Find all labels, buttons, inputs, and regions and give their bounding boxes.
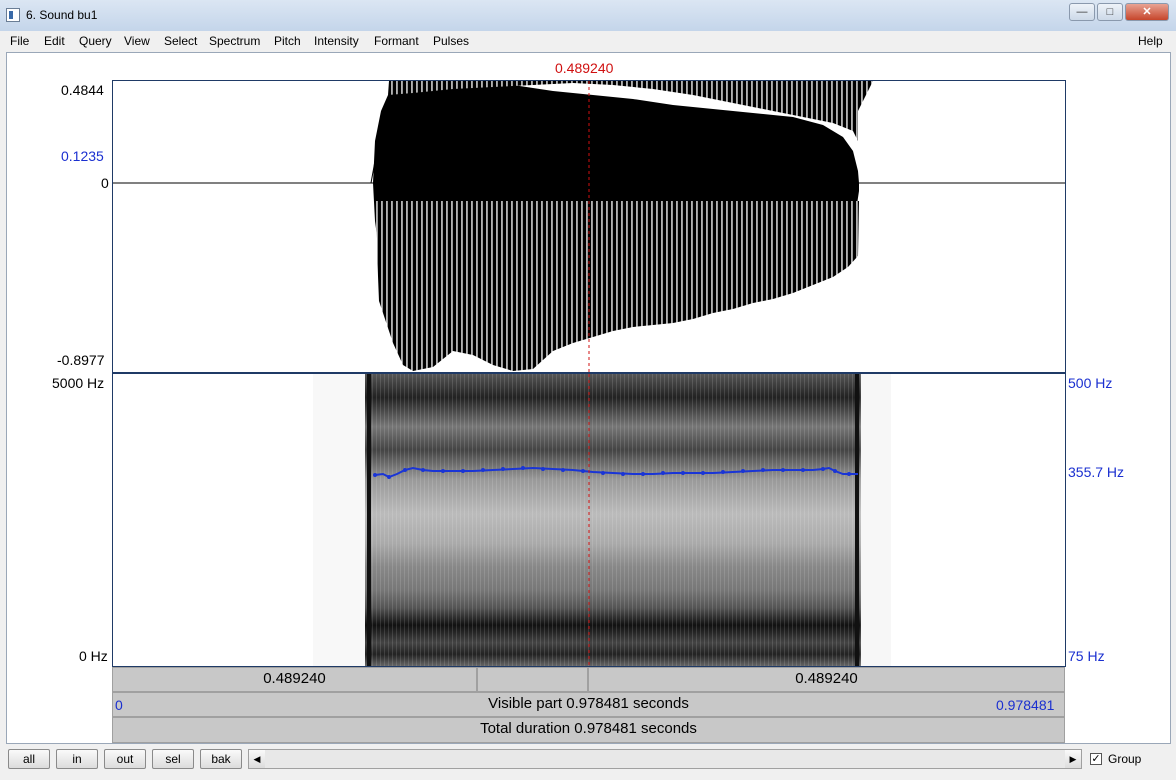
app-icon (6, 8, 20, 22)
menu-intensity[interactable]: Intensity (314, 34, 359, 48)
title-bar: 6. Sound bu1 — □ ✕ (0, 0, 1176, 32)
menu-pulses[interactable]: Pulses (433, 34, 469, 48)
scroll-left-arrow-icon[interactable]: ◀ (249, 750, 265, 768)
waveform-ymax-label: 0.4844 (61, 82, 104, 98)
segment-left-duration: 0.489240 (263, 670, 326, 687)
segment-right-duration: 0.489240 (795, 670, 858, 687)
total-duration-label: Total duration 0.978481 seconds (480, 720, 697, 737)
horizontal-scrollbar[interactable]: ◀ ▶ (248, 749, 1082, 769)
menu-query[interactable]: Query (79, 34, 112, 48)
zoom-in-button[interactable]: in (56, 749, 98, 769)
window-title: 6. Sound bu1 (26, 8, 98, 22)
zoom-back-button[interactable]: bak (200, 749, 242, 769)
menu-pitch[interactable]: Pitch (274, 34, 301, 48)
minimize-button[interactable]: — (1069, 3, 1095, 21)
cursor-time-label: 0.489240 (555, 60, 614, 76)
menu-select[interactable]: Select (164, 34, 197, 48)
spectrogram-panel[interactable] (112, 373, 1066, 667)
group-label: Group (1108, 752, 1142, 766)
menu-edit[interactable]: Edit (44, 34, 65, 48)
segment-middle[interactable] (477, 667, 588, 692)
bottom-toolbar: all in out sel bak ◀ ▶ ✓ Group (0, 744, 1176, 780)
waveform-svg (113, 81, 1065, 372)
waveform-ymin-label: -0.8977 (57, 352, 105, 368)
waveform-panel[interactable] (112, 80, 1066, 373)
group-checkbox[interactable]: ✓ (1090, 753, 1102, 765)
menu-bar: File Edit Query View Select Spectrum Pit… (0, 31, 1176, 51)
segment-right[interactable]: 0.489240 (588, 667, 1065, 692)
scroll-right-arrow-icon[interactable]: ▶ (1065, 750, 1081, 768)
visible-part-label: Visible part 0.978481 seconds (488, 695, 689, 712)
zoom-all-button[interactable]: all (8, 749, 50, 769)
zoom-selection-button[interactable]: sel (152, 749, 194, 769)
spectrogram-striations (365, 374, 861, 666)
spectrogram-svg (313, 374, 891, 666)
segment-left[interactable]: 0.489240 (112, 667, 477, 692)
menu-spectrum[interactable]: Spectrum (209, 34, 260, 48)
praat-sound-window: 6. Sound bu1 — □ ✕ File Edit Query View … (0, 0, 1176, 780)
menu-formant[interactable]: Formant (374, 34, 419, 48)
menu-view[interactable]: View (124, 34, 150, 48)
visible-part-bar[interactable]: Visible part 0.978481 seconds (112, 692, 1065, 717)
pitch-bottom-label: 75 Hz (1068, 648, 1105, 664)
total-duration-bar[interactable]: Total duration 0.978481 seconds (112, 717, 1065, 743)
pitch-top-label: 500 Hz (1068, 375, 1113, 391)
waveform-cursor-amplitude-label: 0.1235 (61, 148, 104, 164)
visible-start-label: 0 (115, 697, 123, 713)
maximize-button[interactable]: □ (1097, 3, 1123, 21)
close-button[interactable]: ✕ (1125, 3, 1169, 21)
visible-end-label: 0.978481 (996, 697, 1055, 713)
menu-help[interactable]: Help (1138, 34, 1163, 48)
spectrogram-top-freq-label: 5000 Hz (52, 375, 105, 391)
waveform-spikes (375, 201, 859, 371)
waveform-zero-label: 0 (101, 175, 109, 191)
pitch-value-label: 355.7 Hz (1068, 464, 1125, 480)
zoom-out-button[interactable]: out (104, 749, 146, 769)
menu-file[interactable]: File (10, 34, 29, 48)
spectrogram-bottom-freq-label: 0 Hz (79, 648, 108, 664)
